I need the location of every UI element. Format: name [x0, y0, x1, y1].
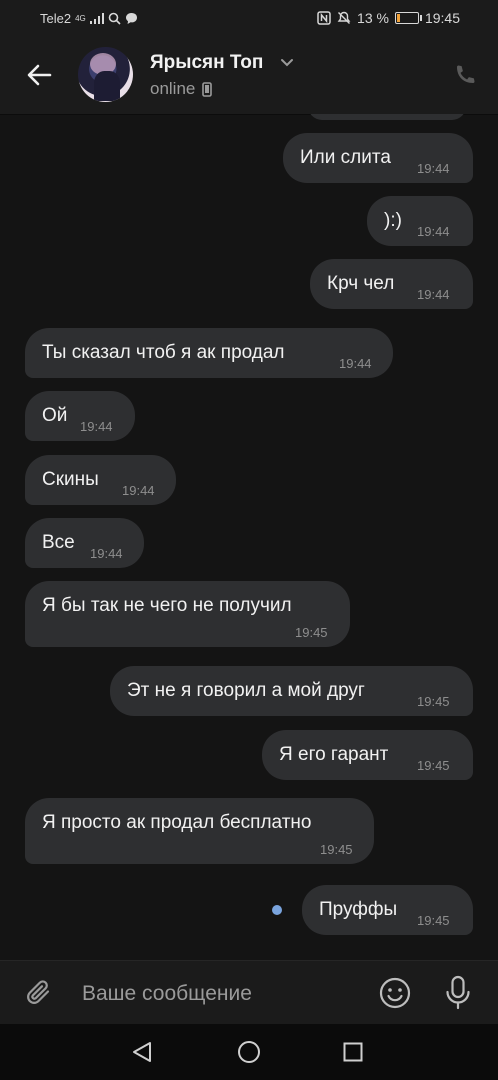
- nav-back-icon[interactable]: [130, 1040, 154, 1064]
- contact-status: online: [150, 79, 213, 99]
- microphone-icon[interactable]: [443, 975, 473, 1011]
- message-text: Я просто ак продал бесплатно: [42, 812, 312, 833]
- unread-indicator: [272, 905, 282, 915]
- message-text: Ой: [42, 405, 68, 426]
- search-notification-icon: [108, 12, 121, 25]
- message-bubble-out[interactable]: Эт не я говорил а мой друг 19:45: [110, 666, 473, 716]
- phone-icon[interactable]: [452, 63, 478, 89]
- message-bubble-out[interactable]: Крч чел 19:44: [310, 259, 473, 309]
- battery-icon: [394, 12, 422, 24]
- avatar[interactable]: [78, 47, 133, 102]
- nfc-icon: [317, 11, 331, 25]
- message-time: 19:45: [417, 913, 450, 928]
- message-text: Все: [42, 532, 75, 553]
- message-time: 19:45: [295, 625, 328, 640]
- message-input[interactable]: [80, 975, 364, 1013]
- message-text: Я бы так не чего не получил: [42, 595, 292, 616]
- message-notification-icon: [125, 13, 137, 24]
- message-time: 19:45: [417, 758, 450, 773]
- message-text: ):): [384, 210, 402, 231]
- battery-fill: [396, 14, 400, 22]
- message-bubble-in[interactable]: Все 19:44: [25, 518, 144, 568]
- back-arrow-icon[interactable]: [24, 60, 54, 90]
- message-bubble-in[interactable]: Я бы так не чего не получил 19:45: [25, 581, 350, 647]
- message-bubble-in[interactable]: Я просто ак продал бесплатно 19:45: [25, 798, 374, 864]
- message-composer: [0, 960, 498, 1025]
- status-time: 19:45: [424, 10, 460, 26]
- message-time: 19:44: [417, 287, 450, 302]
- message-time: 19:44: [122, 483, 155, 498]
- contact-name[interactable]: Ярысян Топ: [150, 52, 263, 74]
- message-bubble-partial: [308, 114, 466, 120]
- message-time: 19:45: [417, 694, 450, 709]
- avatar-figure: [94, 71, 120, 101]
- chat-header: Ярысян Топ online: [0, 36, 498, 114]
- message-time: 19:44: [417, 224, 450, 239]
- online-status: online: [150, 79, 196, 98]
- status-left: Tele2 4G: [40, 11, 138, 26]
- network-type: 4G: [75, 13, 86, 23]
- message-bubble-in[interactable]: Скины 19:44: [25, 455, 176, 505]
- message-bubble-out[interactable]: Или слита 19:44: [283, 133, 473, 183]
- paperclip-icon[interactable]: [24, 978, 54, 1008]
- signal-icon: [89, 13, 104, 24]
- emoji-icon[interactable]: [378, 976, 412, 1010]
- message-time: 19:44: [80, 419, 113, 434]
- system-nav-bar: [0, 1024, 498, 1080]
- message-bubble-out[interactable]: Я его гарант 19:45: [262, 730, 473, 780]
- message-time: 19:44: [417, 161, 450, 176]
- message-text: Я его гарант: [279, 744, 389, 765]
- mobile-device-icon: [202, 81, 213, 97]
- message-text: Эт не я говорил а мой друг: [127, 680, 365, 701]
- message-bubble-in[interactable]: Ой 19:44: [25, 391, 135, 441]
- message-bubble-out[interactable]: ):) 19:44: [367, 196, 473, 246]
- message-list[interactable]: Или слита 19:44 ):) 19:44 Крч чел 19:44 …: [0, 114, 498, 960]
- carrier-label: Tele2: [40, 11, 72, 26]
- message-text: Ты сказал чтоб я ак продал: [42, 342, 285, 363]
- message-text: Крч чел: [327, 273, 395, 294]
- message-time: 19:44: [339, 356, 372, 371]
- nav-home-icon[interactable]: [237, 1040, 261, 1064]
- message-text: Пруффы: [319, 899, 398, 920]
- status-bar: Tele2 4G 13 % 19:45: [0, 0, 498, 36]
- status-right: 13 % 19:45: [317, 10, 460, 26]
- nav-recent-apps-icon[interactable]: [343, 1042, 363, 1062]
- mute-bell-icon: [337, 11, 351, 24]
- battery-percent: 13 %: [357, 10, 389, 26]
- message-text: Скины: [42, 469, 99, 490]
- chevron-down-icon[interactable]: [279, 54, 295, 70]
- message-bubble-out[interactable]: Пруффы 19:45: [302, 885, 473, 935]
- message-bubble-in[interactable]: Ты сказал чтоб я ак продал 19:44: [25, 328, 393, 378]
- message-time: 19:45: [320, 842, 353, 857]
- message-time: 19:44: [90, 546, 123, 561]
- message-text: Или слита: [300, 147, 391, 168]
